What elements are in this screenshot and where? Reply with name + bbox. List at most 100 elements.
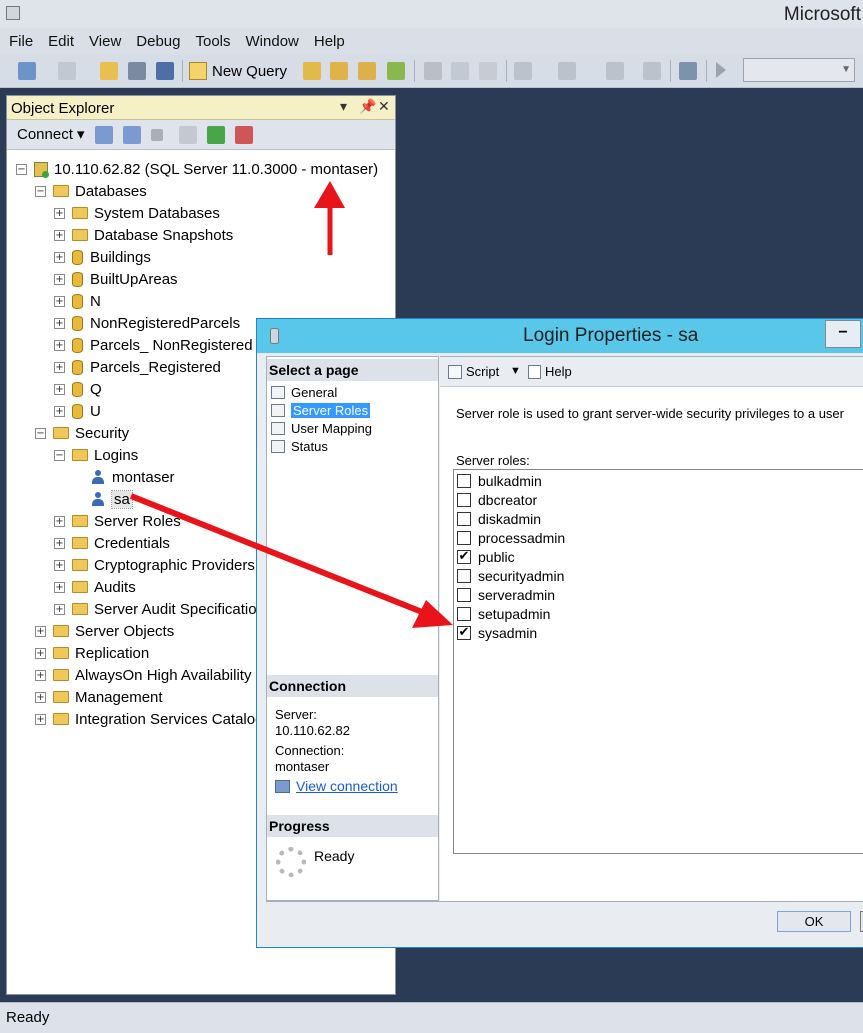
activity-icon[interactable] <box>235 126 253 144</box>
expand-icon[interactable]: + <box>35 669 46 681</box>
expand-icon[interactable]: + <box>54 603 65 615</box>
expand-icon[interactable]: + <box>35 691 46 703</box>
open-file-icon[interactable] <box>100 62 118 80</box>
menu-help[interactable]: Help <box>313 33 353 50</box>
menu-view[interactable]: View <box>88 33 129 50</box>
expand-icon[interactable]: + <box>54 537 65 549</box>
filter-icon[interactable] <box>179 126 197 144</box>
role-item[interactable]: processadmin <box>457 528 565 547</box>
minimize-button[interactable]: − <box>825 320 861 348</box>
tree-node-logins[interactable]: − Logins <box>54 444 138 466</box>
expand-icon[interactable]: + <box>35 647 46 659</box>
refresh-icon[interactable] <box>207 126 225 144</box>
panel-menu-icon[interactable]: ▾ <box>340 98 347 115</box>
paste-icon[interactable] <box>479 62 497 80</box>
tree-node-database[interactable]: + NonRegisteredParcels <box>54 312 240 334</box>
tree-node-login-sa[interactable]: sa <box>92 488 133 510</box>
tree-node-integration-services[interactable]: + Integration Services Catalog <box>35 708 263 730</box>
collapse-icon[interactable]: − <box>16 163 27 175</box>
menu-file[interactable]: File <box>8 33 41 50</box>
expand-icon[interactable]: + <box>54 273 65 285</box>
role-item[interactable]: bulkadmin <box>457 471 542 490</box>
analysis-dmx-query-icon[interactable] <box>358 62 376 80</box>
tree-node-database[interactable]: + Parcels_Registered <box>54 356 221 378</box>
xmla-query-icon[interactable] <box>387 62 405 80</box>
tree-node-server-audit-specifications[interactable]: + Server Audit Specification <box>54 598 265 620</box>
save-icon[interactable] <box>128 62 146 80</box>
expand-icon[interactable]: + <box>54 295 65 307</box>
tree-node-security[interactable]: − Security <box>35 422 129 444</box>
role-checkbox[interactable]: ✔ <box>457 625 471 640</box>
tree-node-database[interactable]: + Parcels_ NonRegistered <box>54 334 253 356</box>
redo-icon[interactable] <box>558 62 576 80</box>
collapse-icon[interactable]: − <box>54 449 65 461</box>
connect-object-explorer-icon[interactable] <box>95 126 113 144</box>
tree-node-audits[interactable]: + Audits <box>54 576 136 598</box>
tree-node-server-roles[interactable]: + Server Roles <box>54 510 181 532</box>
add-item-icon[interactable] <box>58 62 76 80</box>
execute-icon[interactable] <box>716 62 726 78</box>
save-all-icon[interactable] <box>156 62 174 80</box>
menu-tools[interactable]: Tools <box>194 33 238 50</box>
expand-icon[interactable]: + <box>54 251 65 263</box>
expand-icon[interactable]: + <box>54 361 65 373</box>
expand-icon[interactable]: + <box>54 339 65 351</box>
ok-button[interactable]: OK <box>777 911 851 932</box>
tree-node-database[interactable]: + BuiltUpAreas <box>54 268 178 290</box>
copy-icon[interactable] <box>451 62 469 80</box>
navigate-backward-icon[interactable] <box>606 62 624 80</box>
new-project-icon[interactable] <box>18 62 36 80</box>
expand-icon[interactable]: + <box>54 229 65 241</box>
script-dropdown-icon[interactable]: ▼ <box>510 365 521 377</box>
cut-icon[interactable] <box>424 62 442 80</box>
stop-icon[interactable] <box>151 129 163 141</box>
page-status[interactable]: Status <box>271 437 328 455</box>
tree-node-database[interactable]: + N <box>54 290 101 312</box>
role-item[interactable]: dbcreator <box>457 490 537 509</box>
database-engine-query-icon[interactable] <box>303 62 321 80</box>
script-button[interactable]: Script <box>448 364 499 379</box>
role-checkbox[interactable] <box>457 473 471 488</box>
tree-node-database[interactable]: + Buildings <box>54 246 151 268</box>
page-user-mapping[interactable]: User Mapping <box>271 419 372 437</box>
page-server-roles[interactable]: Server Roles <box>271 401 371 419</box>
new-query-button[interactable]: New Query <box>189 60 287 82</box>
tree-node-alwayson[interactable]: + AlwaysOn High Availability <box>35 664 251 686</box>
role-checkbox[interactable] <box>457 587 471 602</box>
menu-edit[interactable]: Edit <box>47 33 82 50</box>
database-combo[interactable]: ▼ <box>743 58 855 82</box>
role-checkbox[interactable] <box>457 511 471 526</box>
tree-node-cryptographic-providers[interactable]: + Cryptographic Providers <box>54 554 255 576</box>
tree-node-system-databases[interactable]: + System Databases <box>54 202 220 224</box>
role-checkbox[interactable] <box>457 568 471 583</box>
role-item[interactable]: serveradmin <box>457 585 555 604</box>
expand-icon[interactable]: + <box>54 515 65 527</box>
tree-node-management[interactable]: + Management <box>35 686 163 708</box>
expand-icon[interactable]: + <box>35 625 46 637</box>
expand-icon[interactable]: + <box>54 405 65 417</box>
view-connection-link[interactable]: View connection <box>275 778 398 794</box>
tree-node-credentials[interactable]: + Credentials <box>54 532 170 554</box>
expand-icon[interactable]: + <box>54 207 65 219</box>
analysis-mdx-query-icon[interactable] <box>330 62 348 80</box>
role-checkbox[interactable]: ✔ <box>457 549 471 564</box>
expand-icon[interactable]: + <box>54 559 65 571</box>
collapse-icon[interactable]: − <box>35 427 46 439</box>
tree-node-server[interactable]: − 10.110.62.82 (SQL Server 11.0.3000 - m… <box>16 158 378 180</box>
role-checkbox[interactable] <box>457 606 471 621</box>
tree-node-server-objects[interactable]: + Server Objects <box>35 620 174 642</box>
connect-button[interactable]: Connect ▾ <box>17 125 85 143</box>
navigate-forward-icon[interactable] <box>643 62 661 80</box>
tree-node-login-montaser[interactable]: montaser <box>92 466 175 488</box>
tree-node-databases[interactable]: − Databases <box>35 180 147 202</box>
tree-node-database[interactable]: + U <box>54 400 101 422</box>
menu-window[interactable]: Window <box>245 33 307 50</box>
role-checkbox[interactable] <box>457 530 471 545</box>
role-item[interactable]: diskadmin <box>457 509 541 528</box>
expand-icon[interactable]: + <box>54 581 65 593</box>
role-checkbox[interactable] <box>457 492 471 507</box>
close-icon[interactable]: ✕ <box>378 98 390 115</box>
tree-node-database-snapshots[interactable]: + Database Snapshots <box>54 224 233 246</box>
help-button[interactable]: Help <box>528 364 572 379</box>
role-item[interactable]: securityadmin <box>457 566 564 585</box>
